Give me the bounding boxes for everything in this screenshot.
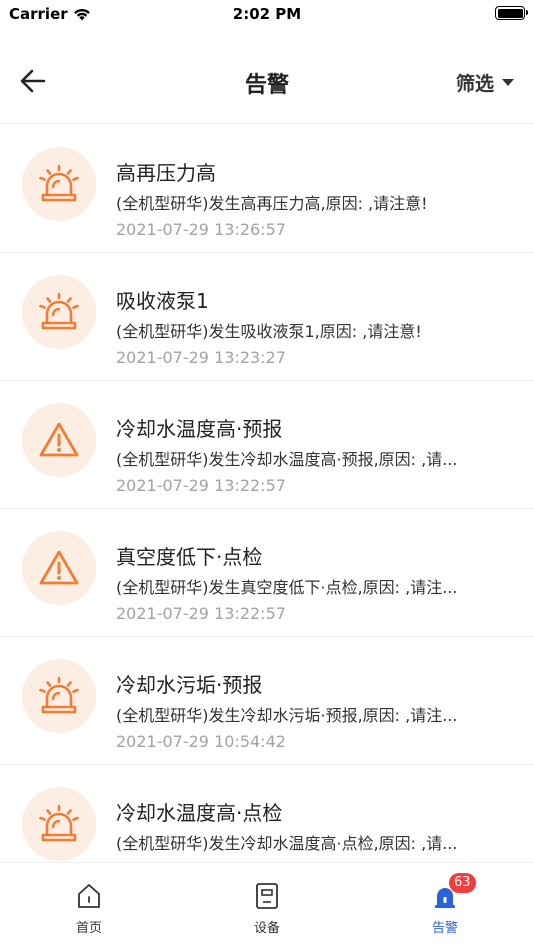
device-icon	[253, 881, 281, 911]
home-icon	[75, 881, 103, 911]
tab-home-label: 首页	[75, 921, 102, 936]
tab-device-label: 设备	[253, 921, 280, 936]
alert-list-item[interactable]: 高再压力高 (全机型研华)发生高再压力高,原因: ,请注意! 2021-07-29 …	[0, 125, 534, 253]
alert-timestamp: 2021-07-29 13:22:57	[116, 476, 286, 495]
alert-timestamp: 2021-07-29 10:54:42	[116, 732, 286, 751]
alarm-light-icon	[22, 275, 96, 349]
tab-alarm-label: 告警	[431, 921, 458, 936]
warning-triangle-icon	[22, 531, 96, 605]
filter-button[interactable]: 筛选	[456, 69, 514, 96]
nav-bar: 告警 筛选	[0, 40, 534, 124]
alert-list-item[interactable]: 冷却水污垢·预报 (全机型研华)发生冷却水污垢·预报,原因: ,请注... 2021…	[0, 637, 534, 765]
alert-title: 高再压力高	[116, 161, 216, 185]
tab-home[interactable]: 首页	[0, 863, 178, 950]
status-bar: Carrier 2:02 PM	[0, 0, 534, 30]
alert-list-item[interactable]: 冷却水温度高·预报 (全机型研华)发生冷却水温度高·预报,原因: ,请... 202…	[0, 381, 534, 509]
alert-list-item[interactable]: 冷却水温度高·点检 (全机型研华)发生冷却水温度高·点检,原因: ,请... 202…	[0, 765, 534, 861]
alarm-light-icon	[22, 659, 96, 733]
alert-timestamp: 2021-07-29 13:26:57	[116, 220, 286, 239]
alert-timestamp: 2021-07-29 13:22:57	[116, 604, 286, 623]
alert-timestamp: 2021-07-29 10:54:42	[116, 860, 286, 861]
alert-list[interactable]: 高再压力高 (全机型研华)发生高再压力高,原因: ,请注意! 2021-07-29 …	[0, 125, 534, 861]
battery-icon	[495, 6, 528, 20]
alert-title: 真空度低下·点检	[116, 545, 263, 569]
alert-description: (全机型研华)发生冷却水污垢·预报,原因: ,请注...	[116, 706, 458, 725]
alarm-light-icon	[22, 147, 96, 221]
alert-title: 冷却水温度高·点检	[116, 801, 283, 825]
page-title: 告警	[244, 73, 289, 98]
status-time: 2:02 PM	[232, 5, 302, 23]
alert-title: 吸收液泵1	[116, 289, 209, 313]
alert-description: (全机型研华)发生吸收液泵1,原因: ,请注意!	[116, 322, 422, 341]
alert-title: 冷却水污垢·预报	[116, 673, 263, 697]
filter-label: 筛选	[455, 73, 494, 95]
alert-title: 冷却水温度高·预报	[116, 417, 283, 441]
tab-bar: 首页 设备 告警 63	[0, 862, 534, 950]
alert-timestamp: 2021-07-29 13:23:27	[116, 348, 286, 367]
alert-description: (全机型研华)发生冷却水温度高·预报,原因: ,请...	[116, 450, 458, 469]
caret-down-icon	[502, 79, 514, 86]
alert-list-item[interactable]: 吸收液泵1 (全机型研华)发生吸收液泵1,原因: ,请注意! 2021-07-29 …	[0, 253, 534, 381]
warning-triangle-icon	[22, 403, 96, 477]
alert-description: (全机型研华)发生冷却水温度高·点检,原因: ,请...	[116, 834, 458, 853]
alert-list-item[interactable]: 真空度低下·点检 (全机型研华)发生真空度低下·点检,原因: ,请注... 2021…	[0, 509, 534, 637]
tab-device[interactable]: 设备	[178, 863, 356, 950]
alarm-light-icon	[22, 787, 96, 861]
alert-description: (全机型研华)发生高再压力高,原因: ,请注意!	[116, 194, 428, 213]
notification-badge: 63	[449, 873, 476, 893]
alert-description: (全机型研华)发生真空度低下·点检,原因: ,请注...	[116, 578, 458, 597]
tab-alarm[interactable]: 告警 63	[356, 863, 534, 950]
